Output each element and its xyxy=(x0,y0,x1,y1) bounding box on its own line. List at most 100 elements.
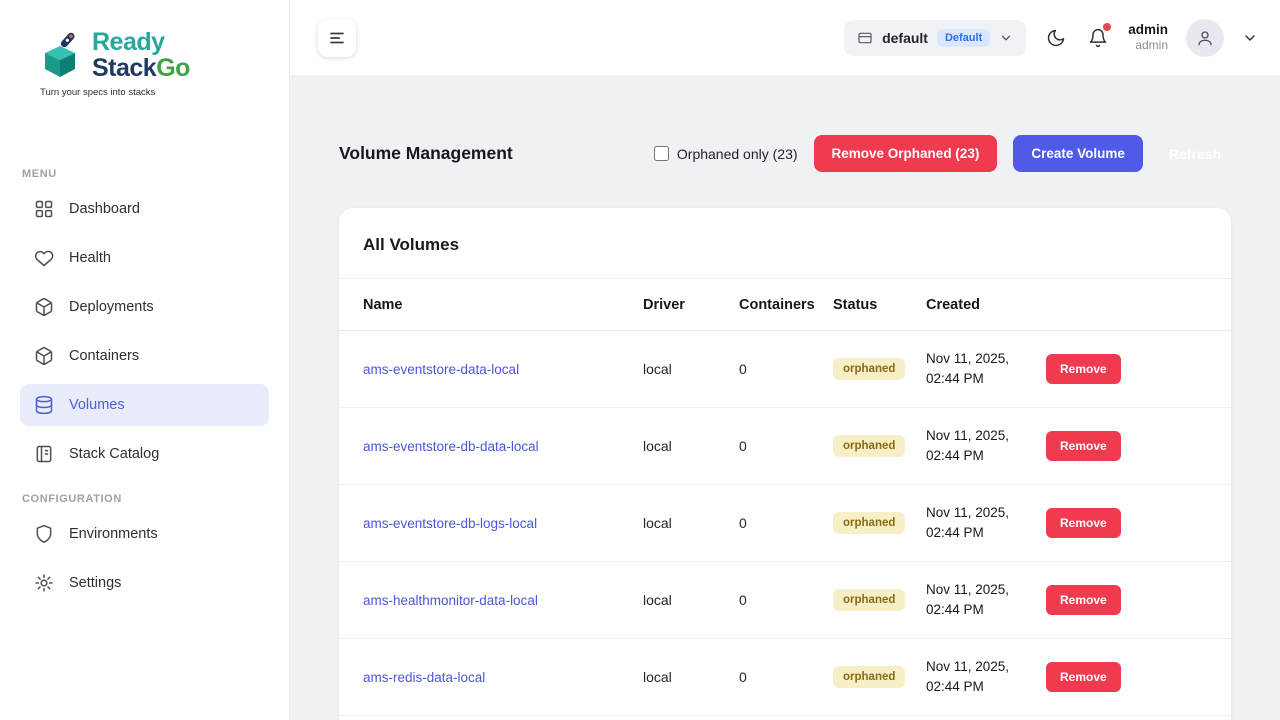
sidebar-item-settings[interactable]: Settings xyxy=(20,562,269,604)
table-row: ams-eventstore-db-data-local local 0 orp… xyxy=(339,408,1231,485)
remove-volume-button[interactable]: Remove xyxy=(1046,585,1121,615)
volume-name-link[interactable]: ams-eventstore-db-data-local xyxy=(363,439,539,454)
create-volume-button[interactable]: Create Volume xyxy=(1013,135,1143,172)
sidebar-item-stack-catalog[interactable]: Stack Catalog xyxy=(20,433,269,475)
app-root: Ready StackGo Turn your specs into stack… xyxy=(0,0,1280,720)
user-meta: admin admin xyxy=(1128,22,1168,54)
container-icon xyxy=(34,346,54,366)
table-row: ams-redis-data-local local 0 orphaned No… xyxy=(339,639,1231,716)
user-menu-chevron[interactable] xyxy=(1242,30,1258,46)
sidebar-item-label: Environments xyxy=(69,526,158,542)
column-header-driver: Driver xyxy=(643,297,739,313)
sidebar-item-label: Health xyxy=(69,250,111,266)
sidebar-item-label: Volumes xyxy=(69,397,125,413)
orphaned-only-checkbox[interactable] xyxy=(654,146,669,161)
environment-selector[interactable]: default Default xyxy=(844,20,1026,56)
sidebar-item-deployments[interactable]: Deployments xyxy=(20,286,269,328)
volume-created: Nov 11, 2025,02:44 PM xyxy=(926,580,1046,621)
remove-volume-button[interactable]: Remove xyxy=(1046,662,1121,692)
sidebar-item-label: Settings xyxy=(69,575,121,591)
volume-driver: local xyxy=(643,438,739,454)
volume-created: Nov 11, 2025,02:44 PM xyxy=(926,426,1046,467)
volume-name-link[interactable]: ams-redis-data-local xyxy=(363,670,485,685)
sidebar-item-environments[interactable]: Environments xyxy=(20,513,269,555)
remove-volume-button[interactable]: Remove xyxy=(1046,431,1121,461)
orphaned-only-label: Orphaned only (23) xyxy=(677,146,798,162)
brand-name: Ready StackGo xyxy=(92,30,190,81)
sidebar-item-label: Stack Catalog xyxy=(69,446,159,462)
user-role: admin xyxy=(1128,38,1168,53)
brand-logo: Ready StackGo Turn your specs into stack… xyxy=(0,0,289,104)
volume-created: Nov 11, 2025,02:44 PM xyxy=(926,503,1046,544)
sidebar-section-configuration: CONFIGURATION xyxy=(22,493,289,505)
column-header-created: Created xyxy=(926,297,1046,313)
volume-driver: local xyxy=(643,669,739,685)
orphaned-only-filter[interactable]: Orphaned only (23) xyxy=(654,146,798,162)
status-badge: orphaned xyxy=(833,666,905,688)
status-badge: orphaned xyxy=(833,358,905,380)
chevron-down-icon xyxy=(1242,30,1258,46)
table-header-row: Name Driver Containers Status Created xyxy=(339,279,1231,331)
column-header-containers: Containers xyxy=(739,297,833,313)
sidebar: Ready StackGo Turn your specs into stack… xyxy=(0,0,290,720)
sidebar-item-dashboard[interactable]: Dashboard xyxy=(20,188,269,230)
volume-containers: 0 xyxy=(739,515,833,531)
sidebar-item-containers[interactable]: Containers xyxy=(20,335,269,377)
volume-containers: 0 xyxy=(739,361,833,377)
shield-icon xyxy=(34,524,54,544)
volume-containers: 0 xyxy=(739,669,833,685)
volume-containers: 0 xyxy=(739,592,833,608)
catalog-icon xyxy=(34,444,54,464)
volume-name-link[interactable]: ams-healthmonitor-data-local xyxy=(363,593,538,608)
notifications-button[interactable] xyxy=(1086,26,1110,50)
remove-volume-button[interactable]: Remove xyxy=(1046,508,1121,538)
remove-volume-button[interactable]: Remove xyxy=(1046,354,1121,384)
table-row: ams-eventstore-db-logs-local local 0 orp… xyxy=(339,485,1231,562)
person-icon xyxy=(1196,29,1214,47)
environment-default-badge: Default xyxy=(937,29,990,47)
brand-name-stack: Stack xyxy=(92,54,156,82)
theme-toggle-button[interactable] xyxy=(1044,26,1068,50)
main-area: default Default xyxy=(290,0,1280,720)
volume-name-link[interactable]: ams-eventstore-db-logs-local xyxy=(363,516,537,531)
hamburger-icon xyxy=(328,29,346,47)
volume-driver: local xyxy=(643,361,739,377)
environment-icon xyxy=(857,30,873,46)
volume-created: Nov 11, 2025,02:44 PM xyxy=(926,657,1046,698)
avatar[interactable] xyxy=(1186,19,1224,57)
column-header-status: Status xyxy=(833,297,926,313)
heart-icon xyxy=(34,248,54,268)
notification-dot xyxy=(1103,23,1111,31)
page-content: Volume Management Orphaned only (23) Rem… xyxy=(290,75,1280,720)
page-header: Volume Management Orphaned only (23) Rem… xyxy=(339,135,1231,172)
volume-driver: local xyxy=(643,592,739,608)
brand-name-ready: Ready xyxy=(92,28,165,56)
remove-orphaned-button[interactable]: Remove Orphaned (23) xyxy=(814,135,998,172)
package-icon xyxy=(34,297,54,317)
status-badge: orphaned xyxy=(833,435,905,457)
sidebar-item-label: Deployments xyxy=(69,299,154,315)
sidebar-item-health[interactable]: Health xyxy=(20,237,269,279)
all-volumes-card: All Volumes Name Driver Containers Statu… xyxy=(339,208,1231,720)
page-title: Volume Management xyxy=(339,143,513,164)
gear-icon xyxy=(34,573,54,593)
volume-containers: 0 xyxy=(739,438,833,454)
database-icon xyxy=(34,395,54,415)
sidebar-toggle-button[interactable] xyxy=(318,19,356,57)
table-row: ams-eventstore-data-local local 0 orphan… xyxy=(339,331,1231,408)
status-badge: orphaned xyxy=(833,512,905,534)
volume-name-link[interactable]: ams-eventstore-data-local xyxy=(363,362,519,377)
sidebar-item-label: Containers xyxy=(69,348,139,364)
environment-name: default xyxy=(882,30,928,46)
brand-tagline: Turn your specs into stacks xyxy=(38,87,269,98)
column-header-name: Name xyxy=(363,297,643,313)
card-title: All Volumes xyxy=(339,208,1231,279)
volume-created: Nov 11, 2025,02:44 PM xyxy=(926,349,1046,390)
sidebar-item-volumes[interactable]: Volumes xyxy=(20,384,269,426)
table-row: ams-healthmonitor-data-local local 0 orp… xyxy=(339,562,1231,639)
moon-icon xyxy=(1046,28,1066,48)
refresh-button[interactable]: Refresh xyxy=(1159,135,1231,172)
sidebar-item-label: Dashboard xyxy=(69,201,140,217)
chevron-down-icon xyxy=(999,31,1013,45)
bell-icon xyxy=(1088,28,1108,48)
